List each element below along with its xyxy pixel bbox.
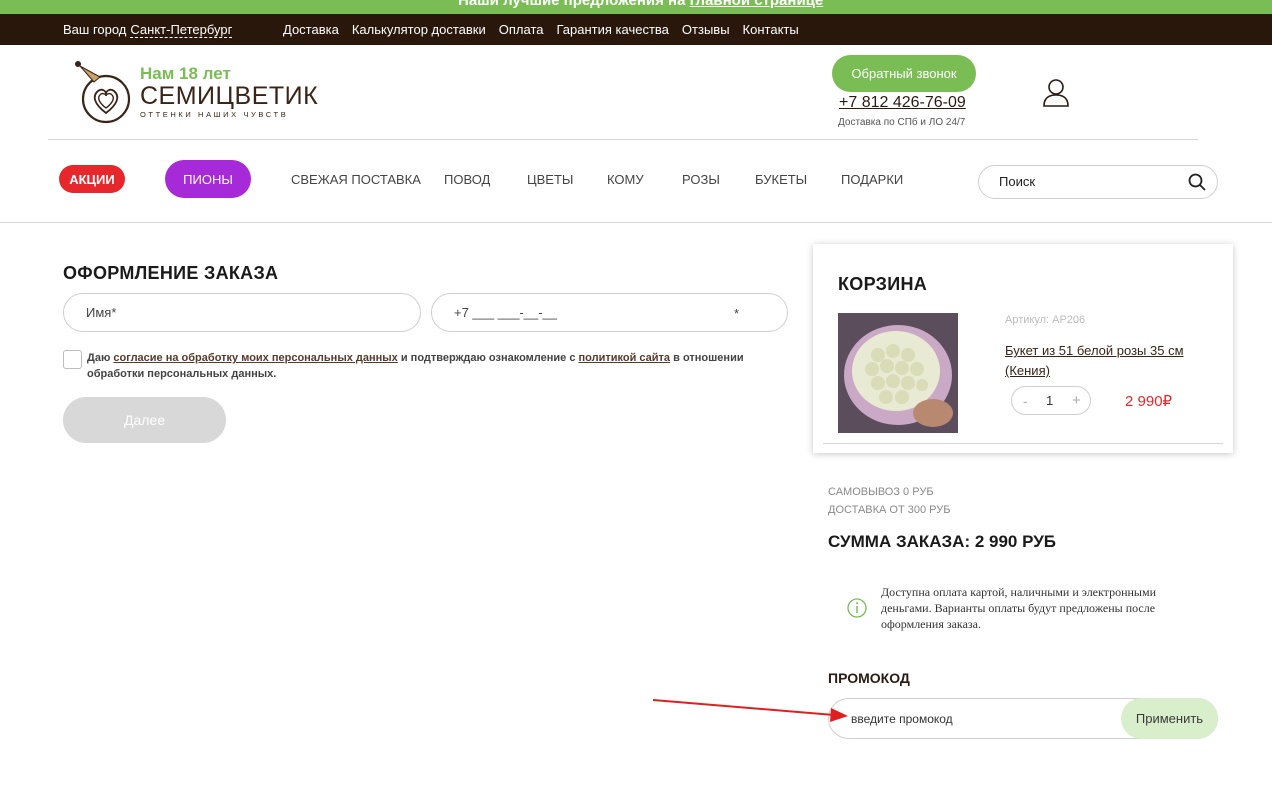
apply-promo-button[interactable]: Применить [1121,698,1218,739]
cart-panel: КОРЗИНА Артикул: АР206 Букет из 51 белой… [813,244,1233,453]
nav-recipient[interactable]: КОМУ [607,172,644,187]
search-box [978,165,1218,199]
bouquet-image [838,313,958,433]
nav-roses[interactable]: РОЗЫ [682,172,720,187]
consent-mid: и подтверждаю ознакомление с [400,352,576,364]
nav-peony-pill[interactable]: ПИОНЫ [165,160,251,198]
top-nav-contacts[interactable]: Контакты [743,22,799,37]
quantity-increase-button[interactable]: + [1072,392,1081,409]
product-price: 2 990₽ [1125,393,1173,410]
logo-hearts-icon [75,61,131,124]
phone-field[interactable] [454,305,714,320]
quantity-stepper: - 1 + [1011,386,1091,415]
top-bar: Ваш город Санкт-Петербург Доставка Кальку… [0,14,1272,45]
logo-slogan: ОТТЕНКИ НАШИХ ЧУВСТВ [140,110,289,119]
logo-brand: СЕМИЦВЕТИК [140,82,319,110]
top-nav-delivery[interactable]: Доставка [283,22,339,37]
delivery-cost: ДОСТАВКА ОТ 300 РУБ [828,504,951,516]
phone-link[interactable]: +7 812 426-76-09 [839,94,966,112]
callback-button[interactable]: Обратный звонок [832,55,976,92]
quantity-value[interactable]: 1 [1046,393,1053,408]
top-nav-guarantee[interactable]: Гарантия качества [557,22,669,37]
payment-info-text: Доступна оплата картой, наличными и элек… [881,585,1156,631]
promo-banner-text: Наши лучшие предложения на главной стран… [458,0,823,9]
header-divider [48,139,1198,140]
top-nav-payment[interactable]: Оплата [499,22,544,37]
top-nav-reviews[interactable]: Отзывы [682,22,730,37]
nav-gifts[interactable]: ПОДАРКИ [841,172,903,187]
product-sku: Артикул: АР206 [1005,314,1086,326]
user-icon[interactable] [1040,77,1072,109]
city-value[interactable]: Санкт-Петербург [130,22,233,38]
annotation-arrow-icon [652,699,848,722]
main-page-link[interactable]: главной странице [690,0,824,9]
site-policy-link[interactable]: политикой сайта [579,352,671,364]
delivery-note: Доставка по СПб и ЛО 24/7 [838,117,966,128]
nav-flowers[interactable]: ЦВЕТЫ [527,172,573,187]
consent-prefix: Даю [87,352,111,364]
name-field[interactable] [86,305,346,320]
order-title: ОФОРМЛЕНИЕ ЗАКАЗА [63,263,279,283]
consent-checkbox[interactable] [63,350,82,369]
city-selector[interactable]: Ваш город Санкт-Петербург [63,22,233,38]
cart-title: КОРЗИНА [838,274,928,294]
phone-field-wrap: * [431,293,788,332]
personal-data-link[interactable]: согласие на обработку моих персональных … [113,352,397,364]
promo-label: ПРОМОКОД [828,670,910,686]
consent-text: Даю согласие на обработку моих персональ… [87,350,767,382]
product-name-link[interactable]: Букет из 51 белой розы 35 см (Кения) [1005,341,1205,381]
order-total: СУММА ЗАКАЗА: 2 990 РУБ [828,532,1057,551]
promo-banner: Наши лучшие предложения на главной стран… [0,0,1272,14]
top-nav: Доставка Калькулятор доставки Оплата Гар… [283,22,799,37]
info-icon [847,598,867,618]
nav-bouquets[interactable]: БУКЕТЫ [755,172,807,187]
name-field-wrap [63,293,421,332]
nav-occasion[interactable]: ПОВОД [444,172,490,187]
phone-required-mark: * [734,306,740,321]
city-label: Ваш город [63,22,127,37]
logo[interactable]: Нам 18 лет СЕМИЦВЕТИК ОТТЕНКИ НАШИХ ЧУВС… [68,58,318,124]
promo-code-input[interactable] [851,712,1111,726]
quantity-decrease-button[interactable]: - [1023,393,1028,409]
promo-banner-label: Наши лучшие предложения на [458,0,686,9]
logo-years: Нам 18 лет [140,64,231,83]
pickup-cost: САМОВЫВОЗ 0 РУБ [828,486,934,498]
nav-divider [0,222,1272,223]
product-photo[interactable] [838,313,958,433]
nav-sale-pill[interactable]: АКЦИИ [59,165,125,193]
next-button[interactable]: Далее [63,397,226,443]
search-input[interactable] [999,174,1179,189]
nav-fresh-delivery[interactable]: СВЕЖАЯ ПОСТАВКА [291,172,421,187]
cart-divider [823,443,1223,444]
search-icon[interactable] [1187,172,1207,192]
top-nav-calculator[interactable]: Калькулятор доставки [352,22,486,37]
